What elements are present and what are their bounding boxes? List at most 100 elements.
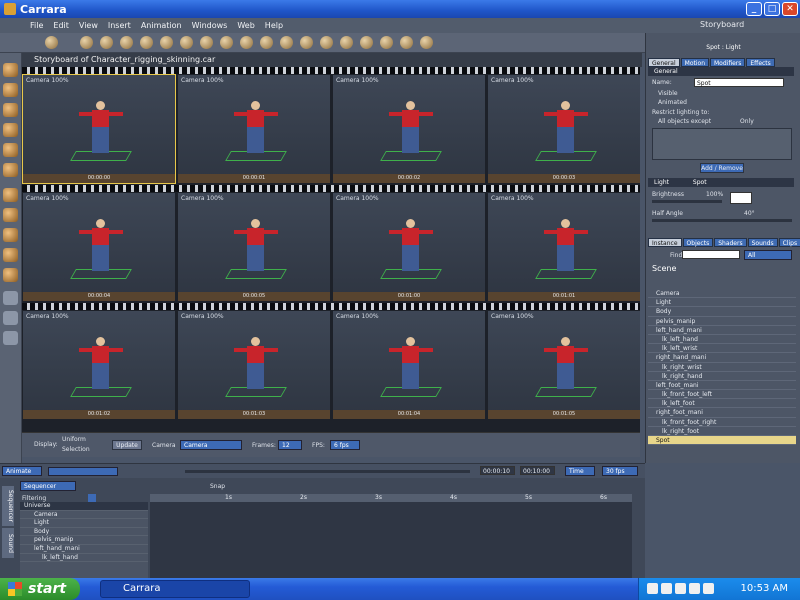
restrict-list[interactable] <box>652 128 792 160</box>
tab-clips[interactable]: Clips <box>778 238 800 247</box>
tab-shaders[interactable]: Shaders <box>714 238 747 247</box>
rotate-icon[interactable] <box>3 103 18 117</box>
menu-insert[interactable]: Insert <box>108 21 131 30</box>
time-end-field[interactable]: 00:10:00 <box>520 466 555 475</box>
camera-tool-icon[interactable] <box>3 291 18 305</box>
scene-tree-item[interactable]: lk_right_foot <box>648 427 796 436</box>
tab-modifiers[interactable]: Modifiers <box>710 58 746 67</box>
tab-motion[interactable]: Motion <box>680 58 709 67</box>
general-header[interactable]: General <box>648 67 794 76</box>
help-icon[interactable] <box>647 583 658 594</box>
move-all-icon[interactable] <box>3 248 18 262</box>
name-field[interactable]: Spot <box>694 78 784 87</box>
animated-checkbox[interactable]: Animated <box>658 99 687 106</box>
select-arrow-icon[interactable] <box>3 63 18 77</box>
scene-tree-item[interactable]: Body <box>648 307 796 317</box>
volume-icon[interactable] <box>675 583 686 594</box>
all-except-radio[interactable]: All objects except <box>658 118 711 125</box>
scene-tree-item[interactable]: right_foot_mani <box>648 408 796 418</box>
scene-tree-item[interactable]: lk_left_foot <box>648 399 796 409</box>
zoom-icon[interactable] <box>3 331 18 345</box>
text-icon[interactable] <box>180 36 193 49</box>
scene-tree-item[interactable]: lk_front_foot_right <box>648 418 796 427</box>
frames-select[interactable]: 12 <box>278 440 302 450</box>
time-unit-select[interactable]: Time <box>565 466 595 476</box>
terrain-icon[interactable] <box>220 36 233 49</box>
move-yz-icon[interactable] <box>3 208 18 222</box>
transport-controls[interactable] <box>48 467 118 476</box>
half-angle-slider[interactable] <box>652 219 792 222</box>
move-arrow-icon[interactable] <box>3 83 18 97</box>
scene-tree-item[interactable]: right_hand_mani <box>648 353 796 363</box>
visible-checkbox[interactable]: Visible <box>658 90 678 97</box>
sequencer-tree-item[interactable]: Light <box>20 519 148 528</box>
scene-tree-item[interactable]: left_foot_mani <box>648 381 796 391</box>
magic-wand-icon[interactable] <box>45 36 58 49</box>
network-icon[interactable] <box>661 583 672 594</box>
menu-web[interactable]: Web <box>237 21 254 30</box>
add-remove-button[interactable]: Add / Remove <box>700 163 744 173</box>
light-icon[interactable] <box>240 36 253 49</box>
plane-icon[interactable] <box>160 36 173 49</box>
hand-icon[interactable] <box>3 311 18 325</box>
menu-help[interactable]: Help <box>265 21 283 30</box>
spotlight-icon[interactable] <box>260 36 273 49</box>
sequencer-mode-select[interactable]: Sequencer <box>20 481 76 491</box>
scene-tree-item[interactable]: lk_right_wrist <box>648 363 796 372</box>
storyboard-frame[interactable]: Camera 100% 00:01:01 <box>488 193 640 301</box>
antivirus-icon[interactable] <box>703 583 714 594</box>
storyboard-frame[interactable]: Camera 100% 00:01:03 <box>178 311 330 419</box>
time-scrubber[interactable] <box>185 470 470 473</box>
scene-tree-item[interactable]: lk_left_wrist <box>648 344 796 354</box>
tab-sounds[interactable]: Sounds <box>747 238 778 247</box>
menu-windows[interactable]: Windows <box>192 21 228 30</box>
maximize-button[interactable]: □ <box>764 2 780 16</box>
fire-icon[interactable] <box>340 36 353 49</box>
minimize-button[interactable]: _ <box>746 2 762 16</box>
close-button[interactable]: ✕ <box>782 2 798 16</box>
storyboard-frame[interactable]: Camera 100% 00:01:00 <box>333 193 485 301</box>
color-swatch[interactable] <box>730 192 752 204</box>
sphere-icon[interactable] <box>80 36 93 49</box>
side-tab-sequencer[interactable]: Sequencer <box>2 486 14 526</box>
sequencer-tree-item[interactable]: lk_left_hand <box>20 554 148 563</box>
snap-checkbox[interactable]: Snap <box>210 483 225 490</box>
menu-animation[interactable]: Animation <box>141 21 182 30</box>
menu-edit[interactable]: Edit <box>53 21 69 30</box>
find-scope-select[interactable]: All <box>744 250 792 260</box>
fps-rate-select[interactable]: 30 fps <box>602 466 638 476</box>
move-xy-icon[interactable] <box>3 188 18 202</box>
sphere-solid-icon[interactable] <box>100 36 113 49</box>
render-icon[interactable] <box>420 36 433 49</box>
plant-icon[interactable] <box>320 36 333 49</box>
time-ruler[interactable]: 1s 2s 3s 4s 5s 6s <box>150 494 632 502</box>
light-type[interactable]: Spot <box>693 179 707 186</box>
tab-instance[interactable]: Instance <box>648 238 682 247</box>
scene-tree-item[interactable]: Camera <box>648 289 796 299</box>
move-xz-icon[interactable] <box>3 228 18 242</box>
storyboard-frame[interactable]: Camera 100% 00:00:00 <box>22 74 176 184</box>
bone-icon[interactable] <box>360 36 373 49</box>
sequencer-tree-item[interactable]: left_hand_mani <box>20 545 148 554</box>
taskbar-item-carrara[interactable]: Carrara <box>100 580 250 598</box>
sequencer-tree-item[interactable]: Camera <box>20 511 148 520</box>
scene-tree-item[interactable]: pelvis_manip <box>648 317 796 326</box>
sequencer-tree-item[interactable]: Body <box>20 528 148 537</box>
target-icon[interactable] <box>400 36 413 49</box>
storyboard-frame[interactable]: Camera 100% 00:01:04 <box>333 311 485 419</box>
link-icon[interactable] <box>3 163 18 177</box>
side-tab-sound[interactable]: Sound <box>2 528 14 558</box>
storyboard-frame[interactable]: Camera 100% 00:00:01 <box>178 75 330 183</box>
time-start-field[interactable]: 00:00:10 <box>480 466 515 475</box>
camera-select[interactable]: Camera <box>180 440 242 450</box>
scene-tree-item[interactable]: lk_front_foot_left <box>648 390 796 400</box>
scene-tree-item[interactable]: lk_right_hand <box>648 372 796 381</box>
start-button[interactable]: start <box>0 578 80 600</box>
security-icon[interactable] <box>689 583 700 594</box>
texture-icon[interactable] <box>3 268 18 282</box>
menu-file[interactable]: File <box>30 21 43 30</box>
cloud-icon[interactable] <box>300 36 313 49</box>
tab-general[interactable]: General <box>648 58 680 67</box>
lattice-icon[interactable] <box>120 36 133 49</box>
gear-icon[interactable] <box>200 36 213 49</box>
